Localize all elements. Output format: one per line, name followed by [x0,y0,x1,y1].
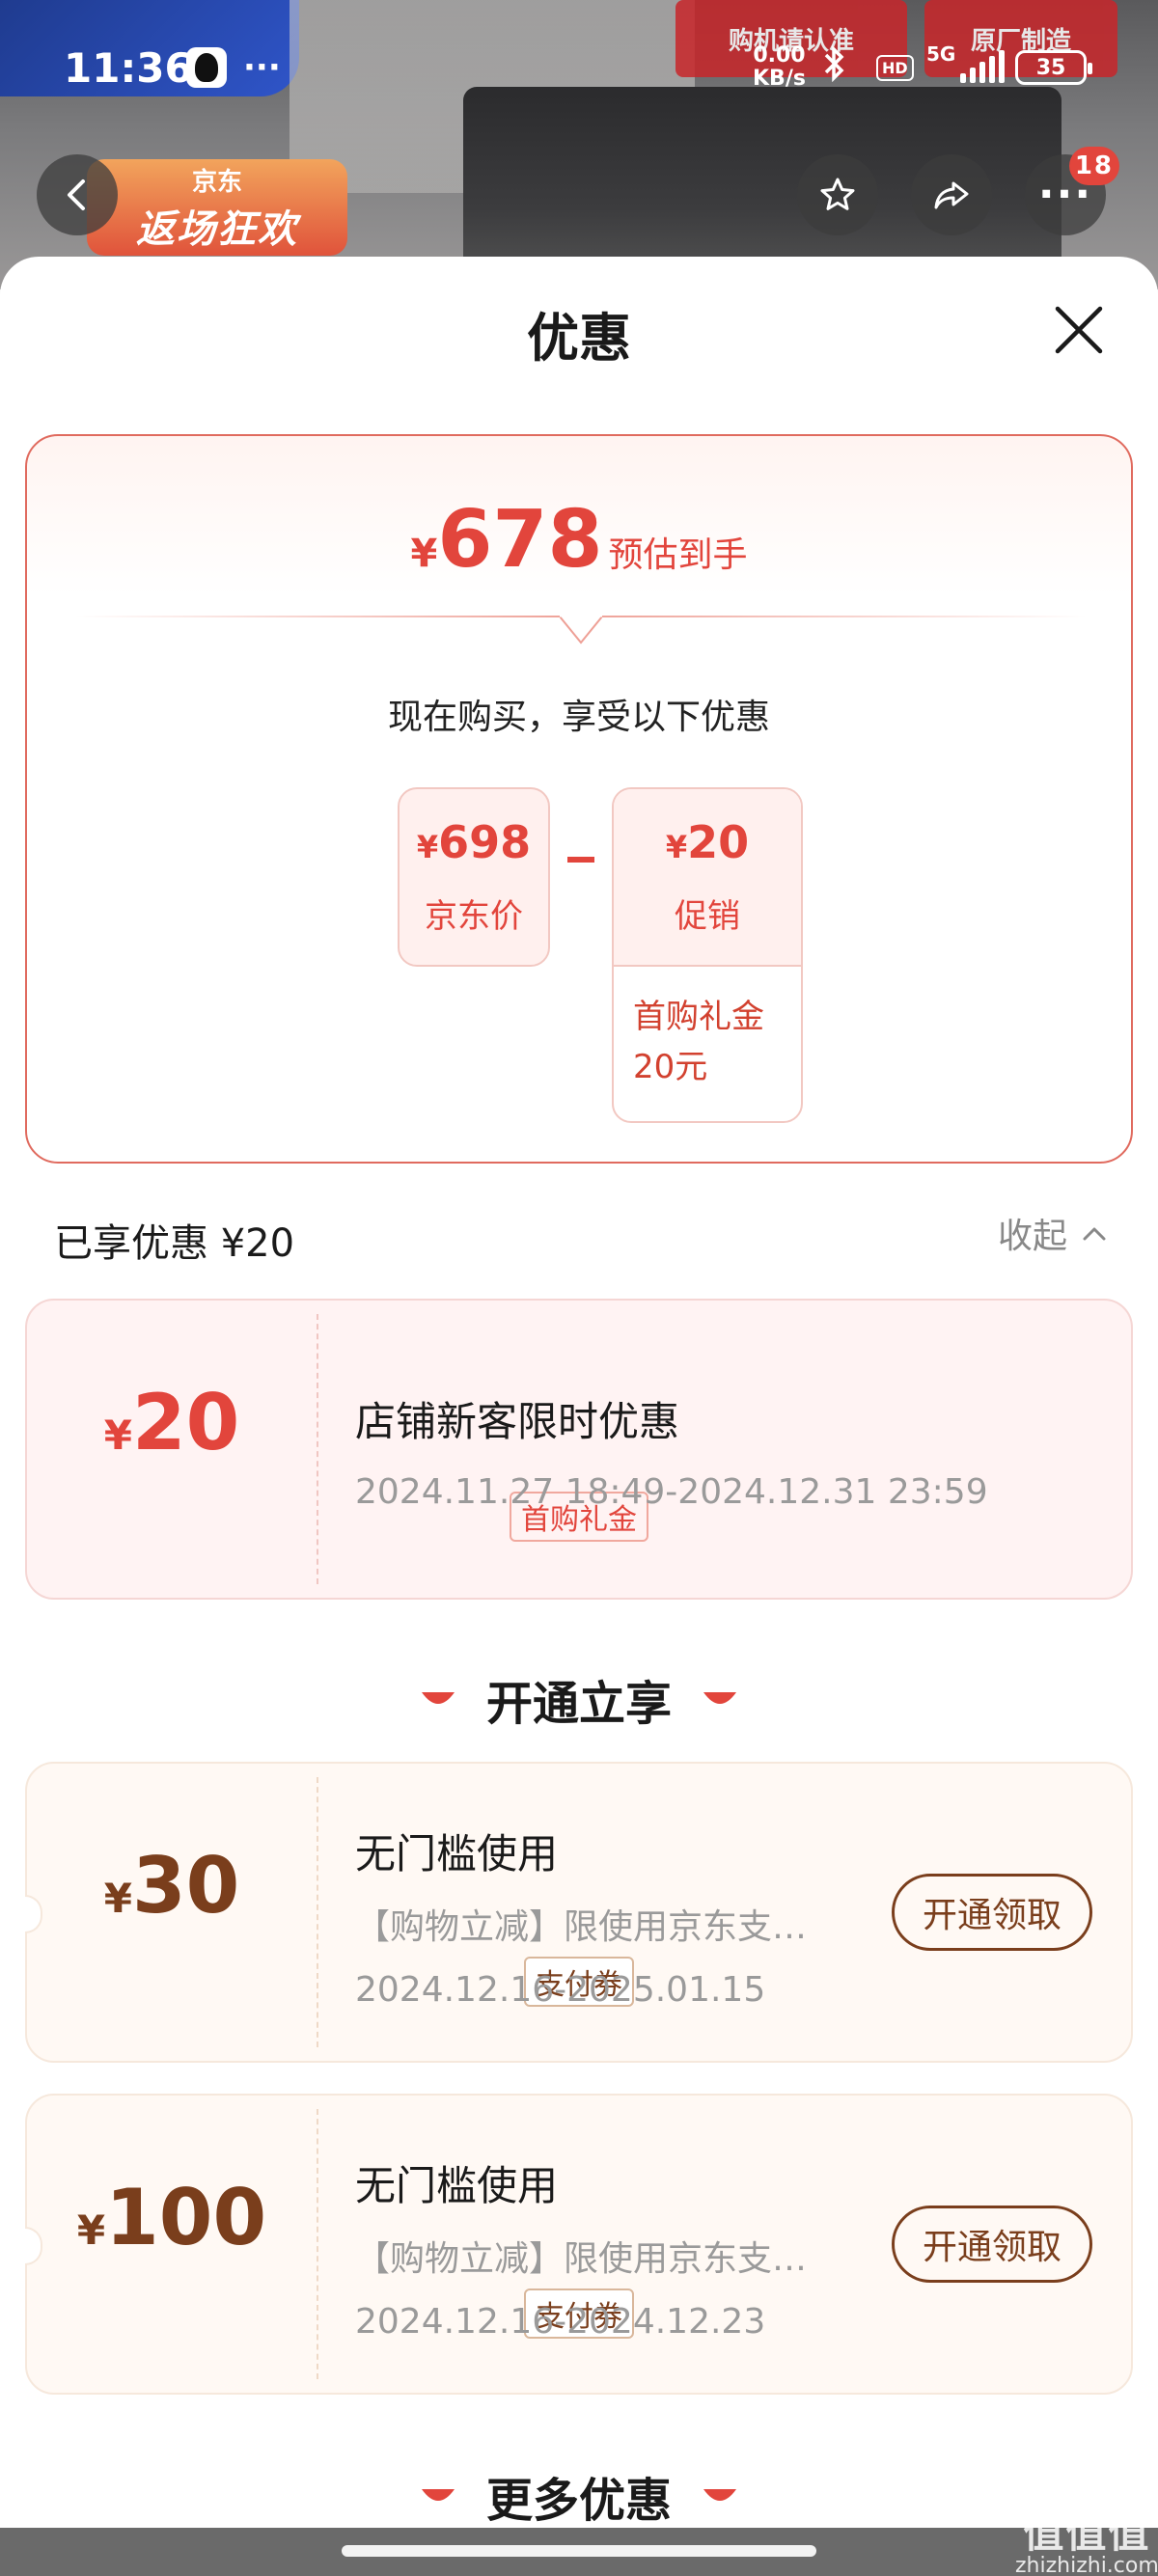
share-button[interactable] [911,154,992,235]
close-icon[interactable] [1052,303,1106,357]
back-button[interactable] [37,154,118,235]
qq-icon [186,47,227,88]
site-watermark: 值值值 zhizhizhi.com [1015,2512,1158,2576]
promo-detail: 首购礼金20元 [633,998,764,1086]
section-activate-heading: 开通立享 [0,1665,1158,1733]
section-activate-title: 开通立享 [485,1677,672,1731]
enjoyed-discount-label: 已享优惠 ¥20 [54,1221,295,1266]
network-type: 5G [926,42,956,66]
buy-now-text: 现在购买，享受以下优惠 [387,698,770,737]
jd-price-box: ¥698 京东价 [398,787,550,967]
activate-coupon: ¥30 支付券 无门槛使用 【购物立减】限使用京东支… 2024.12.16-2… [25,1762,1133,2063]
coupon-currency: ¥ [103,1875,132,1922]
minus-sign [567,857,594,863]
promo-value: ¥20 [614,816,801,868]
coupon-subtitle: 【购物立减】限使用京东支… [355,2239,808,2279]
coupon-currency: ¥ [103,1411,132,1459]
watermark-site: zhizhizhi.com [1015,2554,1158,2576]
jd-price-amount: 698 [438,816,532,868]
coupon-amount-value: 30 [131,1841,240,1931]
estimated-currency: ¥ [410,532,438,576]
coupon-title: 无门槛使用 [355,1830,559,1877]
more-button[interactable]: ··· 18 [1025,147,1119,235]
coupon-title: 无门槛使用 [355,2162,559,2209]
star-icon [820,178,855,210]
smile-left-icon [421,2489,455,2501]
coupon-amount-value: 100 [105,2173,267,2262]
jd-price-value: ¥698 [400,816,548,868]
status-bar: 11:36 ··· 0.00 KB/s HD 5G 35 [0,39,1158,96]
coupon-separator [317,1777,318,2047]
chevron-up-icon [1083,1227,1106,1241]
coupon-amount: ¥30 [27,1841,317,1931]
coupon-validity: 2024.12.16-2024.12.23 [355,2302,766,2342]
promo-box-header: ¥20 促销 [614,789,801,967]
promo-currency: ¥ [665,829,688,865]
hd-icon: HD [876,54,914,81]
promo-amount: 20 [687,816,750,868]
coupon-validity: 2024.11.27 18:49-2024.12.31 23:59 [355,1472,988,1512]
activate-coupon: ¥100 支付券 无门槛使用 【购物立减】限使用京东支… 2024.12.16-… [25,2094,1133,2395]
smile-right-icon [703,2489,736,2501]
promo-label: 促销 [675,897,740,936]
estimated-price: ¥678 预估到手 [27,494,1131,586]
activate-claim-button[interactable]: 开通领取 [892,1874,1092,1951]
signal-icon [960,50,1005,83]
promo-banner: 京东 返场狂欢 [87,159,347,256]
estimated-label: 预估到手 [608,535,748,575]
activate-claim-button[interactable]: 开通领取 [892,2206,1092,2283]
promo-banner-top: 京东 [191,167,242,197]
promo-banner-main: 返场狂欢 [136,206,298,252]
status-time: 11:36 [64,43,193,92]
price-summary-card: ¥678 预估到手 现在购买，享受以下优惠 ¥698 京东价 ¥20 促销 首购礼… [25,434,1133,1164]
network-speed: 0.00 KB/s [753,44,806,91]
sheet-title: 优惠 [527,308,631,369]
jd-price-label: 京东价 [425,897,523,936]
share-icon [934,181,969,209]
home-indicator-bar [0,2528,1158,2576]
coupon-subtitle: 【购物立减】限使用京东支… [355,1907,808,1947]
coupon-amount: ¥20 [27,1378,317,1467]
discount-sheet: 优惠 ¥678 预估到手 现在购买，享受以下优惠 ¥698 京东价 ¥20 促销 … [0,257,1158,2576]
coupon-amount-value: 20 [131,1378,240,1467]
coupon-title: 店铺新客限时优惠 [355,1398,680,1445]
divider-notch-icon [560,616,602,644]
favorite-button[interactable] [797,154,878,235]
bluetooth-icon [822,44,847,91]
section-more-title: 更多优惠 [485,2474,672,2528]
battery-icon: 35 [1015,50,1092,85]
promo-box: ¥20 促销 首购礼金20元 [612,787,803,1123]
watermark-logo: 值值值 [1023,2509,1151,2557]
coupon-currency: ¥ [76,2206,106,2254]
jd-price-currency: ¥ [416,829,439,865]
coupon-separator [317,2109,318,2379]
coupon-amount: ¥100 [27,2173,317,2262]
coupon-separator [317,1314,318,1584]
coupon-validity: 2024.12.16-2025.01.15 [355,1970,766,2010]
enjoyed-coupon: ¥20 首购礼金 店铺新客限时优惠 2024.11.27 18:49-2024.… [25,1299,1133,1600]
smile-left-icon [421,1692,455,1704]
more-badge: 18 [1068,147,1119,185]
estimated-amount: 678 [437,494,603,586]
collapse-label: 收起 [997,1217,1067,1256]
collapse-button[interactable]: 收起 [998,1208,1108,1258]
network-speed-unit: KB/s [753,67,806,91]
status-more-dots: ··· [243,48,281,87]
home-indicator[interactable] [342,2545,816,2557]
network-speed-value: 0.00 [753,43,806,68]
section-more-heading: 更多优惠 [0,2462,1158,2530]
smile-right-icon [703,1692,736,1704]
chevron-left-icon [68,179,85,210]
